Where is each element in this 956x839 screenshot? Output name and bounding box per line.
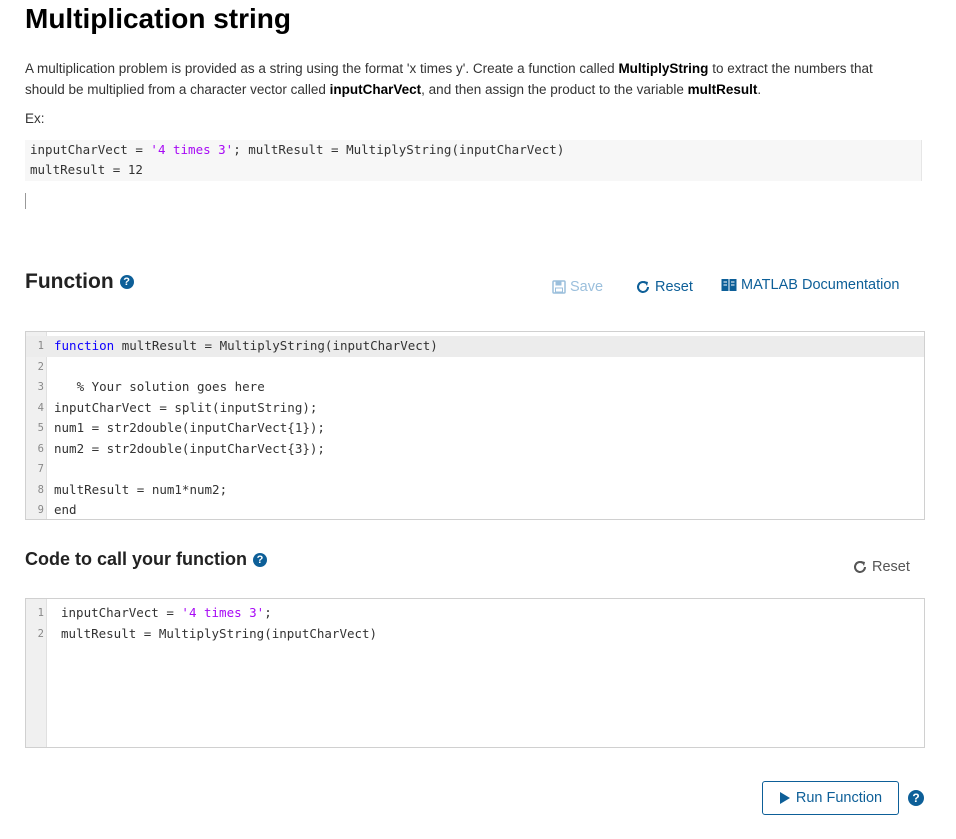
- code-line[interactable]: 1 inputCharVect = '4 times 3';: [26, 603, 924, 624]
- code-line[interactable]: 5 num1 = str2double(inputCharVect{1});: [26, 418, 924, 439]
- play-icon: [779, 792, 790, 804]
- reset-call-button[interactable]: Reset: [852, 559, 910, 575]
- output-var-name: multResult: [687, 82, 758, 97]
- code-line[interactable]: 2 multResult = MultiplyString(inputCharVe…: [26, 624, 924, 645]
- matlab-documentation-link[interactable]: MATLAB Documentation: [721, 277, 900, 293]
- function-name: MultiplyString: [618, 61, 709, 76]
- example-label: Ex:: [25, 111, 45, 126]
- code-line[interactable]: 4 inputCharVect = split(inputString);: [26, 398, 924, 419]
- input-var-name: inputCharVect: [329, 82, 422, 97]
- book-icon: [721, 279, 737, 291]
- code-line[interactable]: 6 num2 = str2double(inputCharVect{3});: [26, 439, 924, 460]
- call-section-title: Code to call your function?: [25, 549, 268, 570]
- help-icon[interactable]: ?: [119, 275, 134, 290]
- help-icon[interactable]: ?: [253, 553, 268, 568]
- reset-icon: [637, 281, 649, 293]
- floppy-disk-icon: [552, 280, 566, 294]
- function-code-editor[interactable]: 1 function multResult = MultiplyString(in…: [25, 331, 925, 520]
- code-line[interactable]: 3 % Your solution goes here: [26, 377, 924, 398]
- code-line[interactable]: 9 end: [26, 500, 924, 521]
- example-line-1: inputCharVect = '4 times 3'; multResult …: [30, 142, 565, 157]
- function-section-title: Function?: [25, 270, 134, 294]
- code-line[interactable]: 7: [26, 459, 924, 480]
- code-line[interactable]: 8 multResult = num1*num2;: [26, 480, 924, 501]
- reset-icon: [854, 561, 866, 573]
- run-function-button[interactable]: Run Function: [762, 781, 899, 815]
- page-title: Multiplication string: [25, 3, 291, 34]
- call-code-editor[interactable]: 1 inputCharVect = '4 times 3'; 2 multResul…: [25, 598, 925, 748]
- help-icon[interactable]: ?: [908, 790, 924, 806]
- problem-description: A multiplication problem is provided as …: [25, 61, 873, 97]
- code-line[interactable]: 1 function multResult = MultiplyString(in…: [26, 336, 924, 357]
- code-line[interactable]: 2: [26, 357, 924, 378]
- example-line-2: multResult = 12: [30, 162, 143, 177]
- example-code-block: inputCharVect = '4 times 3'; multResult …: [25, 140, 922, 181]
- text-cursor: [25, 193, 26, 209]
- save-button[interactable]: Save: [552, 279, 603, 295]
- reset-function-button[interactable]: Reset: [635, 279, 693, 295]
